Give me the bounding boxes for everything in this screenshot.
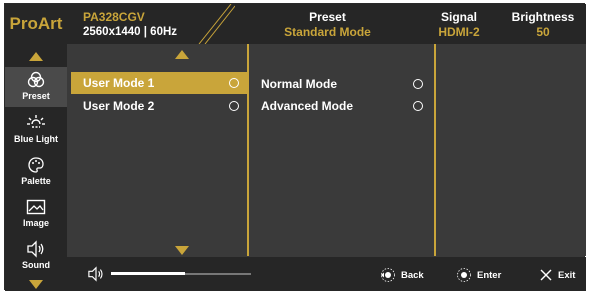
radio-icon	[229, 78, 239, 88]
exit-button[interactable]: Exit	[539, 267, 575, 283]
brightness-status: Brightness 50	[505, 10, 581, 40]
radio-icon	[229, 101, 239, 111]
palette-icon	[28, 157, 44, 173]
option-label: User Mode 1	[83, 76, 155, 90]
brand-logo: ProArt	[9, 14, 63, 33]
joystick-press-icon	[457, 268, 471, 282]
sidebar-item-preset[interactable]: Preset	[5, 67, 67, 107]
preset-icon	[27, 71, 45, 88]
option-normal-mode[interactable]: Normal Mode	[249, 73, 434, 95]
sidebar-item-sound[interactable]: Sound	[5, 238, 67, 278]
back-label: Back	[401, 269, 424, 281]
signal-value: HDMI-2	[438, 25, 480, 39]
preset-value: Standard Mode	[284, 25, 371, 39]
option-user-mode-1[interactable]: User Mode 1	[71, 72, 247, 94]
option-label: Advanced Mode	[261, 99, 354, 113]
panel-scroll-up-arrow-icon[interactable]	[175, 50, 189, 59]
enter-label: Enter	[477, 269, 502, 281]
sidebar-item-label: Preset	[22, 91, 50, 101]
back-button[interactable]: Back	[380, 267, 424, 283]
scroll-down-arrow-icon[interactable]	[29, 280, 43, 289]
blue-light-icon	[27, 115, 45, 128]
brightness-label: Brightness	[511, 10, 575, 24]
signal-status: Signal HDMI-2	[429, 10, 489, 40]
header-bar: ProArt PA328CGV 2560x1440 | 60Hz Preset …	[5, 4, 586, 44]
osd-window: ProArt PA328CGV 2560x1440 | 60Hz Preset …	[4, 3, 586, 291]
option-user-mode-2[interactable]: User Mode 2	[71, 95, 247, 117]
radio-icon	[413, 101, 423, 111]
model-name: PA328CGV	[83, 10, 145, 24]
submenu-panel-2: Normal Mode Advanced Mode	[249, 44, 434, 256]
header-decoration	[198, 4, 235, 44]
exit-label: Exit	[558, 269, 576, 281]
sidebar-item-blue-light[interactable]: Blue Light	[5, 112, 67, 152]
sidebar-item-image[interactable]: Image	[5, 196, 67, 236]
brightness-value: 50	[536, 25, 550, 39]
option-label: Normal Mode	[261, 77, 338, 91]
close-icon	[540, 269, 552, 281]
option-label: User Mode 2	[83, 99, 155, 113]
resolution-text: 2560x1440 | 60Hz	[83, 26, 178, 38]
panel-scroll-down-arrow-icon[interactable]	[175, 246, 189, 255]
sidebar-item-label: Image	[22, 218, 49, 228]
volume-icon	[88, 266, 103, 282]
sidebar-item-label: Sound	[22, 260, 50, 270]
bottom-bar: Back Enter Exit	[67, 257, 586, 291]
option-advanced-mode[interactable]: Advanced Mode	[249, 95, 434, 117]
preset-status: Preset Standard Mode	[265, 10, 390, 40]
joystick-left-icon	[381, 268, 395, 282]
model-info: PA328CGV 2560x1440 | 60Hz	[83, 10, 177, 40]
image-icon	[26, 199, 46, 215]
sidebar-item-label: Blue Light	[14, 134, 58, 144]
sidebar: Preset Blue Light Palette Image Sound	[5, 44, 67, 291]
radio-icon	[413, 79, 423, 89]
sidebar-item-label: Palette	[21, 176, 51, 186]
sidebar-item-palette[interactable]: Palette	[5, 154, 67, 194]
submenu-panel-1: User Mode 1 User Mode 2	[67, 44, 247, 256]
enter-button[interactable]: Enter	[456, 267, 501, 283]
submenu-panel-3	[436, 44, 586, 256]
sound-icon	[27, 240, 44, 258]
scroll-up-arrow-icon[interactable]	[29, 52, 43, 61]
volume-slider-fill	[111, 272, 185, 275]
signal-label: Signal	[440, 10, 477, 24]
preset-label: Preset	[309, 10, 346, 24]
